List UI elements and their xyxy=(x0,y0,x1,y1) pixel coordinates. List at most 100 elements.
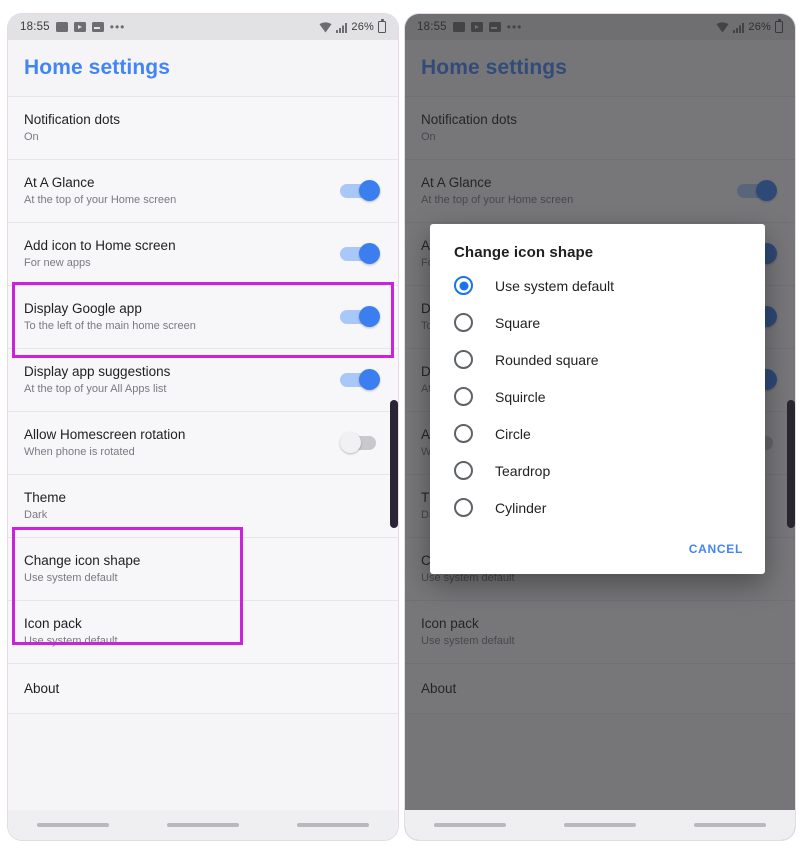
setting-row-change-icon-shape[interactable]: Change icon shape Use system default xyxy=(8,537,398,600)
row-title: Display Google app xyxy=(24,300,142,316)
radio-button-icon[interactable] xyxy=(454,387,473,406)
row-subtitle: For new apps xyxy=(24,256,91,269)
row-subtitle: To the left of the main home screen xyxy=(24,319,196,332)
row-title: Icon pack xyxy=(24,615,82,631)
toggle-thumb xyxy=(359,305,380,327)
row-texts: Change icon shape Use system default xyxy=(24,552,382,586)
nav-pill-home[interactable] xyxy=(564,823,636,827)
dialog-title: Change icon shape xyxy=(454,244,594,261)
row-texts: Icon pack Use system default xyxy=(24,615,382,649)
setting-row-display-google-app[interactable]: Display Google app To the left of the ma… xyxy=(8,285,398,348)
gesture-nav-bar-right xyxy=(405,810,795,840)
setting-row-icon-pack[interactable]: Icon pack Use system default xyxy=(8,600,398,663)
radio-option-label: Rounded square xyxy=(495,351,599,368)
toggle-display-app-suggestions[interactable] xyxy=(340,368,382,391)
row-title: Add icon to Home screen xyxy=(24,237,176,253)
cancel-button[interactable]: CANCEL xyxy=(689,542,743,556)
toggle-thumb xyxy=(359,179,380,201)
gesture-nav-bar-left xyxy=(8,810,398,840)
row-title: Change icon shape xyxy=(24,552,141,568)
nav-pill-recents[interactable] xyxy=(694,823,766,827)
setting-row-add-icon-to-home-screen[interactable]: Add icon to Home screen For new apps xyxy=(8,222,398,285)
screenshot-stage: 18:55 ••• 26% Home settings Notification… xyxy=(0,0,800,854)
screen-left: 18:55 ••• 26% Home settings Notification… xyxy=(8,14,398,840)
row-title: At A Glance xyxy=(24,174,95,190)
status-time: 18:55 xyxy=(20,21,50,33)
signal-icon xyxy=(336,22,348,33)
scrollbar-thumb[interactable] xyxy=(390,400,398,528)
setting-row-notification-dots[interactable]: Notification dots On xyxy=(8,96,398,159)
row-subtitle: Use system default xyxy=(24,634,118,647)
battery-icon xyxy=(378,19,386,33)
status-bar-right-group: 26% xyxy=(319,19,386,33)
radio-button-icon[interactable] xyxy=(454,276,473,295)
row-texts: At A Glance At the top of your Home scre… xyxy=(24,174,328,208)
row-subtitle: At the top of your Home screen xyxy=(24,193,177,206)
list-bottom-divider xyxy=(8,713,398,714)
row-texts: Display Google app To the left of the ma… xyxy=(24,300,328,334)
radio-option-square[interactable]: Square xyxy=(430,304,765,341)
row-texts: About xyxy=(24,680,382,697)
status-bar-left: 18:55 ••• 26% xyxy=(8,14,398,40)
dialog-action-bar: CANCEL xyxy=(430,526,765,568)
row-texts: Allow Homescreen rotation When phone is … xyxy=(24,426,328,460)
toggle-add-icon-to-home-screen[interactable] xyxy=(340,242,382,265)
battery-percent: 26% xyxy=(351,21,374,33)
setting-row-allow-homescreen-rotation[interactable]: Allow Homescreen rotation When phone is … xyxy=(8,411,398,474)
row-title: Allow Homescreen rotation xyxy=(24,426,186,442)
toggle-thumb xyxy=(340,431,361,453)
nav-pill-home[interactable] xyxy=(167,823,239,827)
radio-option-teardrop[interactable]: Teardrop xyxy=(430,452,765,489)
radio-option-label: Circle xyxy=(495,425,531,442)
phone-panel-right: 18:55 ••• xyxy=(405,14,795,840)
video-icon xyxy=(73,22,86,32)
radio-option-label: Teardrop xyxy=(495,462,551,479)
screen-right: 18:55 ••• xyxy=(405,14,795,840)
toggle-thumb xyxy=(359,368,380,390)
nav-pill-recents[interactable] xyxy=(297,823,369,827)
radio-option-circle[interactable]: Circle xyxy=(430,415,765,452)
wifi-icon xyxy=(319,21,332,33)
row-texts: Display app suggestions At the top of yo… xyxy=(24,363,328,397)
radio-option-label: Square xyxy=(495,314,541,331)
radio-button-icon[interactable] xyxy=(454,350,473,369)
radio-option-use-system-default[interactable]: Use system default xyxy=(430,267,765,304)
setting-row-display-app-suggestions[interactable]: Display app suggestions At the top of yo… xyxy=(8,348,398,411)
setting-row-at-a-glance[interactable]: At A Glance At the top of your Home scre… xyxy=(8,159,398,222)
row-title: Display app suggestions xyxy=(24,363,171,379)
row-title: Notification dots xyxy=(24,111,121,127)
radio-option-label: Squircle xyxy=(495,388,546,405)
toggle-at-a-glance[interactable] xyxy=(340,179,382,202)
card-icon xyxy=(91,22,104,32)
setting-row-theme[interactable]: Theme Dark xyxy=(8,474,398,537)
radio-option-label: Cylinder xyxy=(495,499,547,516)
photo-icon xyxy=(55,22,68,32)
nav-pill-back[interactable] xyxy=(37,823,109,827)
change-icon-shape-dialog: Change icon shape Use system default Squ… xyxy=(430,224,765,574)
row-texts: Add icon to Home screen For new apps xyxy=(24,237,328,271)
row-subtitle: At the top of your All Apps list xyxy=(24,382,167,395)
phone-panel-left: 18:55 ••• 26% Home settings Notification… xyxy=(8,14,398,840)
row-subtitle: Use system default xyxy=(24,571,118,584)
radio-option-label: Use system default xyxy=(495,277,615,294)
radio-option-rounded-square[interactable]: Rounded square xyxy=(430,341,765,378)
radio-button-icon[interactable] xyxy=(454,313,473,332)
radio-button-icon[interactable] xyxy=(454,498,473,517)
row-title: Theme xyxy=(24,489,67,505)
toggle-thumb xyxy=(359,242,380,264)
row-title: About xyxy=(24,680,60,696)
radio-option-squircle[interactable]: Squircle xyxy=(430,378,765,415)
row-texts: Theme Dark xyxy=(24,489,382,523)
nav-pill-back[interactable] xyxy=(434,823,506,827)
radio-button-icon[interactable] xyxy=(454,461,473,480)
page-title: Home settings xyxy=(24,56,170,79)
toggle-display-google-app[interactable] xyxy=(340,305,382,328)
radio-button-icon[interactable] xyxy=(454,424,473,443)
row-texts: Notification dots On xyxy=(24,111,382,145)
row-subtitle: Dark xyxy=(24,508,48,521)
setting-row-about[interactable]: About xyxy=(8,663,398,713)
status-bar-left-group: 18:55 ••• xyxy=(20,20,126,34)
radio-option-cylinder[interactable]: Cylinder xyxy=(430,489,765,526)
row-subtitle: On xyxy=(24,130,39,143)
toggle-allow-homescreen-rotation[interactable] xyxy=(340,431,382,454)
